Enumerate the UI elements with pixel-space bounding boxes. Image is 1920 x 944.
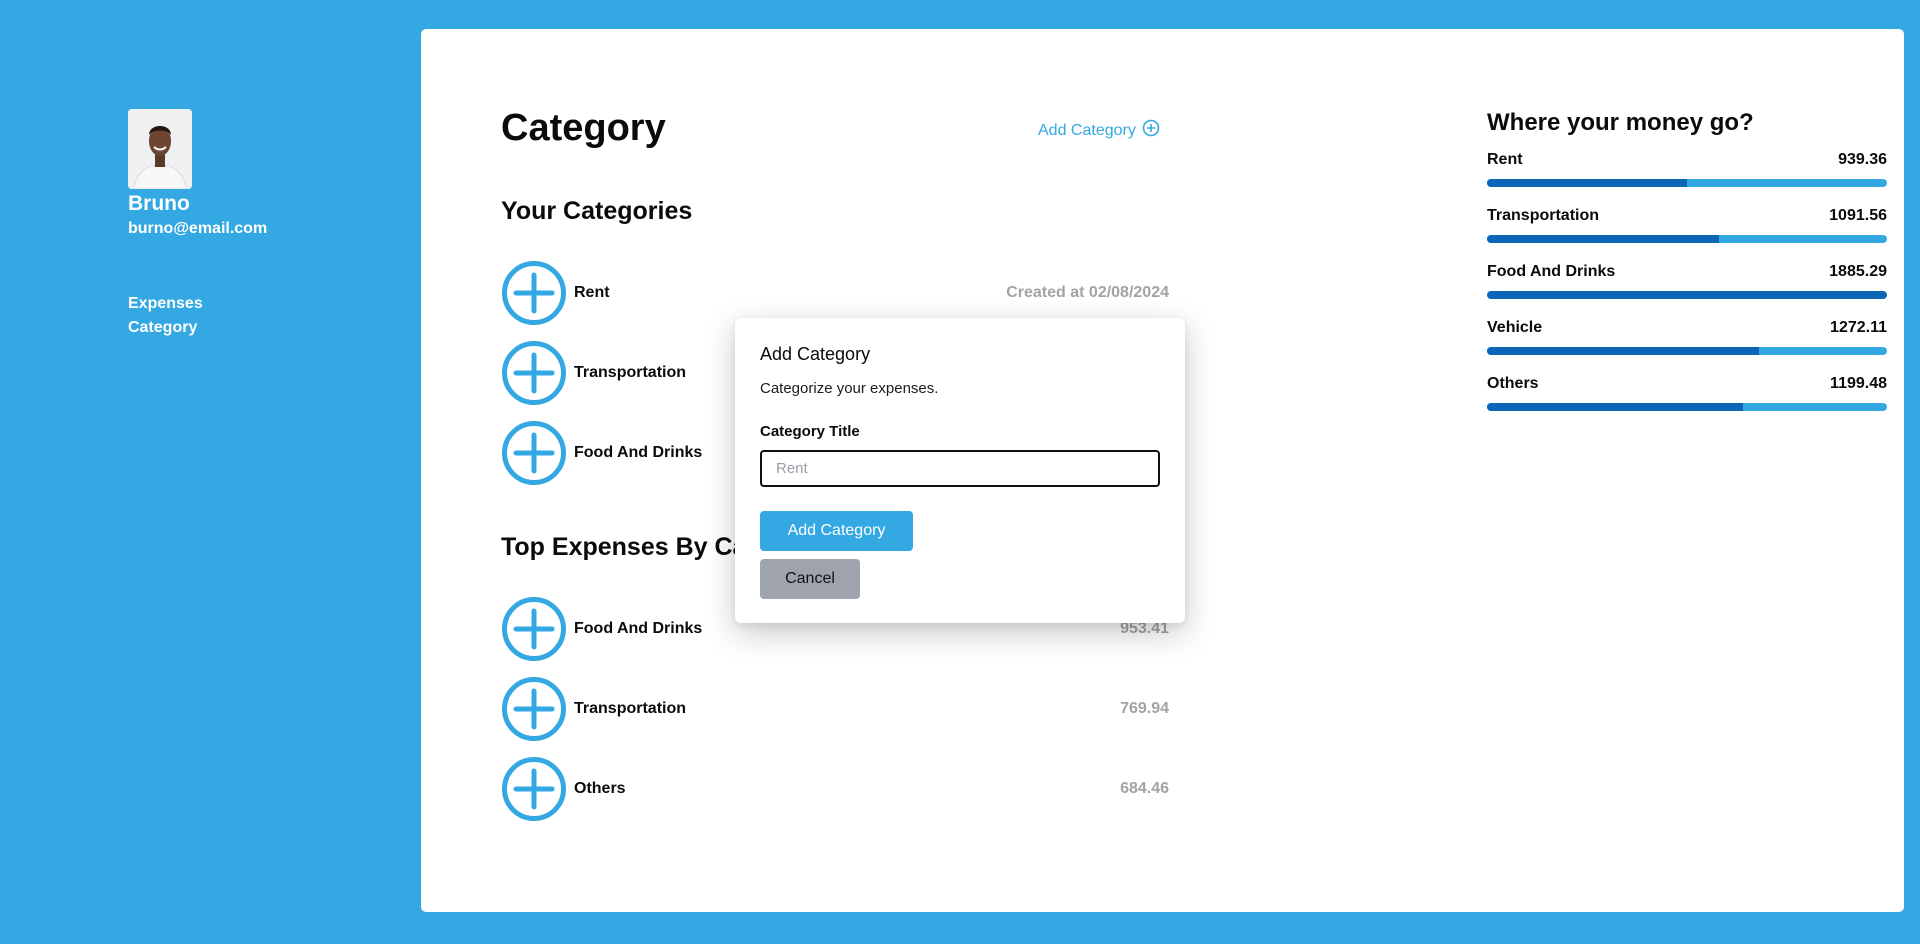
money-item-value: 939.36 xyxy=(1838,151,1887,168)
money-item-label: Others xyxy=(1487,375,1539,392)
page-title: Category xyxy=(501,107,666,149)
money-progress-fill xyxy=(1487,291,1887,299)
user-avatar xyxy=(128,109,192,189)
money-item-value: 1885.29 xyxy=(1829,263,1887,280)
modal-description: Categorize your expenses. xyxy=(760,380,939,397)
expense-row[interactable]: Others 684.46 xyxy=(501,756,1169,822)
nav-item-category[interactable]: Category xyxy=(128,316,203,340)
money-item-label: Rent xyxy=(1487,151,1523,168)
expense-category-label: Others xyxy=(574,780,626,797)
plus-circle-icon xyxy=(501,756,567,822)
money-progress-bar xyxy=(1487,235,1887,243)
money-item: Vehicle 1272.11 xyxy=(1487,319,1887,355)
category-label: Food And Drinks xyxy=(574,444,703,461)
cancel-button[interactable]: Cancel xyxy=(760,559,860,599)
money-progress-fill xyxy=(1487,403,1743,411)
money-item-label: Food And Drinks xyxy=(1487,263,1616,280)
plus-circle-icon xyxy=(501,676,567,742)
money-item: Rent 939.36 xyxy=(1487,151,1887,187)
sidebar-nav: Expenses Category xyxy=(128,292,203,340)
plus-circle-icon xyxy=(1142,119,1160,142)
add-category-link[interactable]: Add Category xyxy=(1038,119,1160,142)
category-label: Rent xyxy=(574,284,610,301)
expense-amount: 684.46 xyxy=(1120,780,1169,797)
money-item: Others 1199.48 xyxy=(1487,375,1887,411)
money-progress-fill xyxy=(1487,347,1759,355)
money-item-value: 1091.56 xyxy=(1829,207,1887,224)
money-breakdown-title: Where your money go? xyxy=(1487,109,1754,136)
money-item-label: Vehicle xyxy=(1487,319,1543,336)
money-item-value: 1272.11 xyxy=(1830,319,1887,336)
user-email: burno@email.com xyxy=(128,220,268,237)
nav-item-expenses[interactable]: Expenses xyxy=(128,292,203,316)
expense-category-label: Transportation xyxy=(574,700,687,717)
money-progress-bar xyxy=(1487,347,1887,355)
category-label: Transportation xyxy=(574,364,687,381)
add-category-button[interactable]: Add Category xyxy=(760,511,913,551)
plus-circle-icon xyxy=(501,340,567,406)
expense-amount: 769.94 xyxy=(1120,700,1169,717)
money-progress-bar xyxy=(1487,403,1887,411)
money-breakdown: Where your money go? Rent 939.36 Transpo… xyxy=(1487,109,1887,431)
sidebar: Bruno burno@email.com Expenses Category xyxy=(0,0,420,944)
money-item: Food And Drinks 1885.29 xyxy=(1487,263,1887,299)
plus-circle-icon xyxy=(501,596,567,662)
money-item-label: Transportation xyxy=(1487,207,1600,224)
money-progress-fill xyxy=(1487,235,1719,243)
money-item-value: 1199.48 xyxy=(1830,375,1887,392)
expense-row[interactable]: Transportation 769.94 xyxy=(501,676,1169,742)
category-row[interactable]: Rent Created at 02/08/2024 xyxy=(501,260,1169,326)
category-title-label: Category Title xyxy=(760,423,860,440)
plus-circle-icon xyxy=(501,420,567,486)
expense-category-label: Food And Drinks xyxy=(574,620,703,637)
modal-title: Add Category xyxy=(760,344,871,364)
category-title-input[interactable] xyxy=(760,450,1160,487)
add-category-link-label: Add Category xyxy=(1038,121,1136,139)
your-categories-title: Your Categories xyxy=(501,197,693,225)
money-item: Transportation 1091.56 xyxy=(1487,207,1887,243)
money-progress-fill xyxy=(1487,179,1687,187)
plus-circle-icon xyxy=(501,260,567,326)
user-name: Bruno xyxy=(128,192,190,215)
add-category-modal: Add Category Categorize your expenses. C… xyxy=(735,318,1185,623)
money-progress-bar xyxy=(1487,179,1887,187)
money-progress-bar xyxy=(1487,291,1887,299)
category-created-date: Created at 02/08/2024 xyxy=(1006,284,1169,301)
